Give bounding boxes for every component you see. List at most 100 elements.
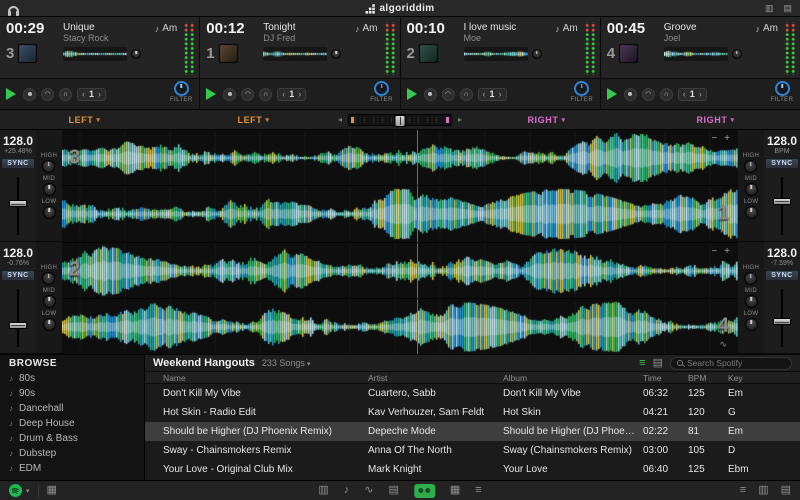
headphone-cue-button[interactable]: ∩ — [660, 88, 673, 101]
headphone-cue-button[interactable]: ∩ — [460, 88, 473, 101]
table-row[interactable]: Should be Higher (DJ Phoenix Remix)Depec… — [145, 422, 800, 441]
eq-low-knob[interactable] — [745, 206, 758, 219]
zoom-in-icon[interactable]: + — [724, 246, 730, 257]
search-input[interactable]: Search Spotify — [670, 357, 792, 370]
column-time[interactable]: Time — [643, 373, 688, 383]
decks-view-button[interactable] — [414, 484, 435, 498]
sidebar-item[interactable]: ♪Dancehall — [0, 401, 144, 416]
eq-mid-knob[interactable] — [43, 183, 56, 196]
loop-increase-icon[interactable]: › — [98, 89, 101, 99]
assign-deck2[interactable]: RIGHT▾ — [527, 115, 565, 125]
automix-icon[interactable]: ≡ — [475, 485, 481, 496]
assign-deck1[interactable]: LEFT▾ — [237, 115, 269, 125]
zoom-controls[interactable]: −+ — [704, 246, 730, 257]
filter-control[interactable]: FILTER — [168, 81, 194, 103]
eq-low-knob[interactable] — [745, 318, 758, 331]
list-view-icon[interactable]: ≡ — [639, 358, 645, 369]
eq-high-knob[interactable] — [744, 160, 757, 173]
grid-view-icon[interactable]: ▤ — [653, 358, 663, 369]
gain-knob[interactable] — [131, 49, 141, 59]
media-view-icon[interactable]: ▥ — [318, 485, 328, 496]
filter-control[interactable]: FILTER — [769, 81, 795, 103]
sidebar-item[interactable]: ♪Drum & Bass — [0, 431, 144, 446]
loop-control[interactable]: ‹1› — [478, 88, 507, 101]
mini-waveform[interactable] — [664, 47, 728, 61]
gain-knob[interactable] — [732, 49, 742, 59]
table-row[interactable]: Your Love - Original Club MixMark Knight… — [145, 460, 800, 479]
assign-deck4[interactable]: RIGHT▾ — [696, 115, 734, 125]
sync-button[interactable]: SYNC — [765, 270, 798, 281]
bend-button[interactable]: ◠ — [442, 88, 455, 101]
crate-icon[interactable]: ▦ — [47, 485, 57, 496]
bend-button[interactable]: ◠ — [41, 88, 54, 101]
play-button[interactable] — [206, 88, 216, 100]
waveform-canvas[interactable] — [62, 301, 738, 353]
cue-button[interactable] — [223, 88, 236, 101]
eq-mid-knob[interactable] — [745, 295, 758, 308]
fader-handle[interactable] — [9, 322, 27, 329]
zoom-in-icon[interactable]: + — [724, 133, 730, 144]
gain-knob[interactable] — [331, 49, 341, 59]
window-layout-icon[interactable]: ▤ — [783, 3, 792, 14]
column-album[interactable]: Album — [503, 373, 643, 383]
column-artist[interactable]: Artist — [368, 373, 503, 383]
cue-button[interactable] — [624, 88, 637, 101]
fader-handle[interactable] — [773, 318, 791, 325]
sampler-view-icon[interactable]: ▦ — [450, 485, 460, 496]
table-row[interactable]: Hot Skin - Radio EditKav Verhouzer, Sam … — [145, 403, 800, 422]
queue-icon[interactable]: ▤ — [781, 485, 791, 496]
wave-zoom-icon[interactable]: ∿ — [719, 339, 727, 350]
volume-fader[interactable] — [0, 171, 36, 241]
wave-zoom-icon[interactable]: ∿ — [719, 227, 727, 238]
waveform-canvas[interactable] — [62, 132, 738, 184]
eq-mid-knob[interactable] — [43, 295, 56, 308]
cue-button[interactable] — [23, 88, 36, 101]
headphones-icon[interactable] — [8, 6, 19, 14]
crossfader-handle[interactable] — [395, 115, 406, 127]
fader-handle[interactable] — [9, 200, 27, 207]
eq-low-knob[interactable] — [43, 318, 56, 331]
play-button[interactable] — [407, 88, 417, 100]
bend-button[interactable]: ◠ — [241, 88, 254, 101]
music-view-icon[interactable]: ♪ — [344, 485, 350, 496]
waveform-canvas[interactable] — [62, 245, 738, 297]
loop-increase-icon[interactable]: › — [298, 89, 301, 99]
crossfader[interactable] — [348, 114, 452, 126]
sidebar-item[interactable]: ♪EDM — [0, 461, 144, 476]
column-name[interactable]: Name — [163, 373, 368, 383]
gain-knob[interactable] — [532, 49, 542, 59]
volume-fader[interactable] — [764, 171, 800, 241]
filter-knob[interactable] — [374, 81, 389, 96]
assign-deck3[interactable]: LEFT▾ — [68, 115, 100, 125]
play-button[interactable] — [6, 88, 16, 100]
volume-fader[interactable] — [0, 283, 36, 353]
sidebar-item[interactable]: ♪Dubstep — [0, 446, 144, 461]
column-bpm[interactable]: BPM — [688, 373, 728, 383]
eq-high-knob[interactable] — [744, 272, 757, 285]
playlist-meta[interactable]: 233 Songs▾ — [262, 358, 311, 368]
play-button[interactable] — [607, 88, 617, 100]
fader-handle[interactable] — [773, 198, 791, 205]
eq-high-knob[interactable] — [42, 272, 55, 285]
loop-control[interactable]: ‹1› — [678, 88, 707, 101]
table-row[interactable]: Sway - Chainsmokers RemixAnna Of The Nor… — [145, 441, 800, 460]
loop-control[interactable]: ‹1› — [277, 88, 306, 101]
filter-knob[interactable] — [574, 81, 589, 96]
mini-waveform[interactable] — [263, 47, 327, 61]
loop-decrease-icon[interactable]: ‹ — [82, 89, 85, 99]
column-key[interactable]: Key — [728, 373, 800, 383]
loop-decrease-icon[interactable]: ‹ — [483, 89, 486, 99]
mini-waveform[interactable] — [63, 47, 127, 61]
loop-decrease-icon[interactable]: ‹ — [282, 89, 285, 99]
sync-button[interactable]: SYNC — [765, 158, 798, 169]
loop-decrease-icon[interactable]: ‹ — [683, 89, 686, 99]
midi-icon[interactable]: ▥ — [758, 485, 768, 496]
loop-increase-icon[interactable]: › — [699, 89, 702, 99]
nudge-left-icon[interactable]: ◂ — [338, 115, 342, 124]
eq-mid-knob[interactable] — [745, 183, 758, 196]
volume-fader[interactable] — [764, 283, 800, 353]
zoom-controls[interactable]: −+ — [704, 133, 730, 144]
eq-low-knob[interactable] — [43, 206, 56, 219]
headphone-cue-button[interactable]: ∩ — [59, 88, 72, 101]
eq-high-knob[interactable] — [42, 160, 55, 173]
